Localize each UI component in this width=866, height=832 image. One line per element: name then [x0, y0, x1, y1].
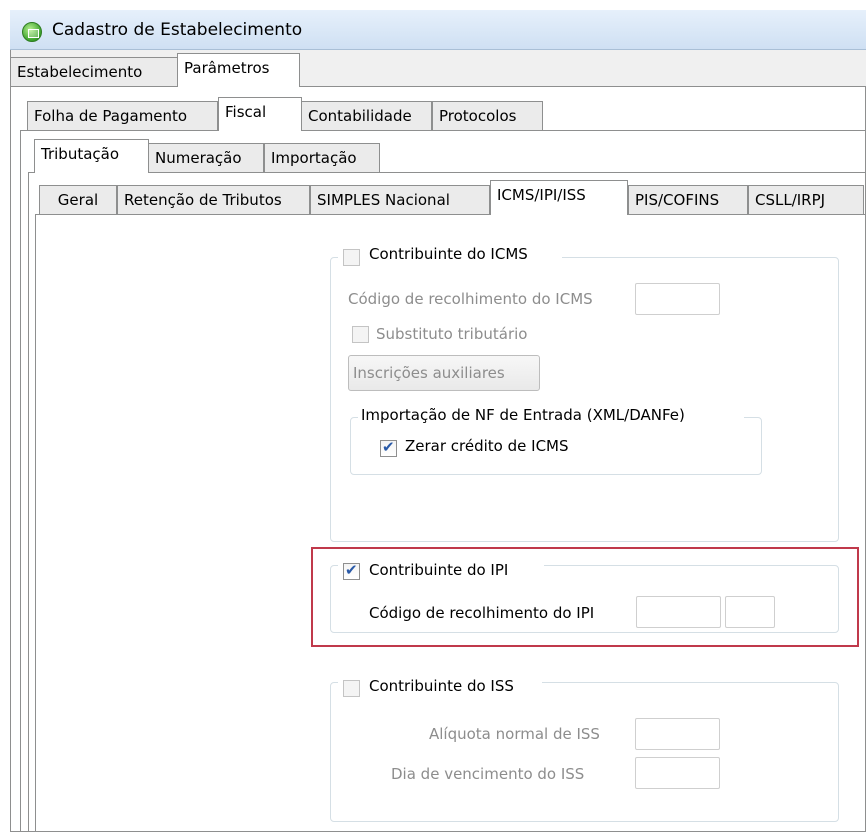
tab-simples-nacional[interactable]: SIMPLES Nacional: [310, 185, 490, 215]
tab-icms-ipi-iss[interactable]: ICMS/IPI/ISS: [490, 180, 628, 215]
tab-protocolos[interactable]: Protocolos: [432, 101, 543, 131]
contribuinte-iss-checkbox[interactable]: [343, 680, 360, 697]
contribuinte-icms-label: Contribuinte do ICMS: [369, 245, 528, 263]
tab-csll-irpj[interactable]: CSLL/IRPJ: [748, 185, 864, 215]
aliquota-iss-label: Alíquota normal de ISS: [429, 725, 600, 743]
tab-numeracao[interactable]: Numeração: [148, 143, 264, 173]
tab-tributacao[interactable]: Tributação: [34, 139, 149, 173]
zerar-credito-icms-label: Zerar crédito de ICMS: [405, 437, 569, 455]
codigo-icms-label: Código de recolhimento do ICMS: [348, 290, 593, 308]
contribuinte-iss-label: Contribuinte do ISS: [369, 677, 514, 695]
tab-contabilidade[interactable]: Contabilidade: [301, 101, 432, 131]
tab-importacao[interactable]: Importação: [264, 143, 380, 173]
zerar-credito-icms-checkbox[interactable]: [380, 438, 397, 457]
tab-parametros[interactable]: Parâmetros: [177, 53, 300, 87]
window-title: Cadastro de Estabelecimento: [52, 20, 303, 40]
highlight-box: [311, 547, 859, 647]
dia-vencimento-iss-field[interactable]: [635, 757, 720, 789]
tab-fiscal[interactable]: Fiscal: [218, 97, 302, 131]
dia-vencimento-iss-label: Dia de vencimento do ISS: [391, 765, 585, 783]
contribuinte-icms-checkbox[interactable]: [343, 249, 360, 266]
tab-estabelecimento[interactable]: Estabelecimento: [10, 57, 178, 87]
tab-folha-de-pagamento[interactable]: Folha de Pagamento: [27, 101, 218, 131]
substituto-tributario-checkbox[interactable]: [352, 326, 369, 343]
aliquota-iss-field[interactable]: [635, 718, 720, 750]
tab-retencao-de-tributos[interactable]: Retenção de Tributos: [117, 185, 310, 215]
substituto-tributario-label: Substituto tributário: [376, 325, 528, 343]
importacao-nf-legend: Importação de NF de Entrada (XML/DANFe): [361, 406, 685, 424]
inscricoes-auxiliares-button[interactable]: Inscrições auxiliares: [348, 355, 540, 391]
tab-pis-cofins[interactable]: PIS/COFINS: [628, 185, 748, 215]
codigo-icms-field[interactable]: [635, 283, 720, 315]
app-icon: [22, 22, 42, 42]
iss-group: [330, 682, 839, 822]
tab-geral[interactable]: Geral: [39, 185, 117, 215]
